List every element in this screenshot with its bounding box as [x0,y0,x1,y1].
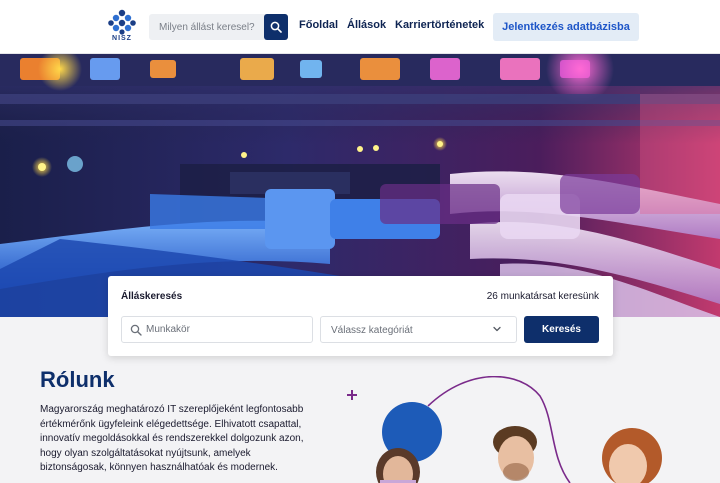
job-search-card: Álláskeresés 26 munkatársat keresünk Vál… [108,276,613,356]
about-text: Magyarország meghatározó IT szereplőjeké… [40,404,304,473]
apply-database-button[interactable]: Jelentkezés adatbázisba [493,13,639,41]
job-search-title: Álláskeresés [121,291,183,302]
search-icon [130,324,142,336]
job-title-field [121,316,313,343]
logo-mark-icon [108,9,136,35]
header-search-input[interactable] [149,14,265,40]
logo-text: NISZ [112,35,132,42]
nisz-logo[interactable]: NISZ [108,9,136,45]
search-icon [270,21,282,33]
open-positions-count: 26 munkatársat keresünk [486,291,599,302]
job-title-input[interactable] [146,317,306,342]
chevron-down-icon [493,326,501,332]
search-button[interactable]: Keresés [524,316,599,343]
category-select[interactable]: Válassz kategóriát [320,316,517,343]
category-select-value: Válassz kategóriát [331,325,413,336]
plus-icon [347,390,357,400]
nav-home[interactable]: Főoldal [299,19,338,31]
site-header: NISZ Főoldal Állások Karriertörténetek J… [0,0,720,54]
nav-jobs[interactable]: Állások [347,19,386,31]
team-photo [340,376,720,483]
about-title: Rólunk [40,367,115,392]
header-search [149,14,288,40]
header-search-button[interactable] [264,14,288,40]
nav-career-stories[interactable]: Karriertörténetek [395,19,484,31]
